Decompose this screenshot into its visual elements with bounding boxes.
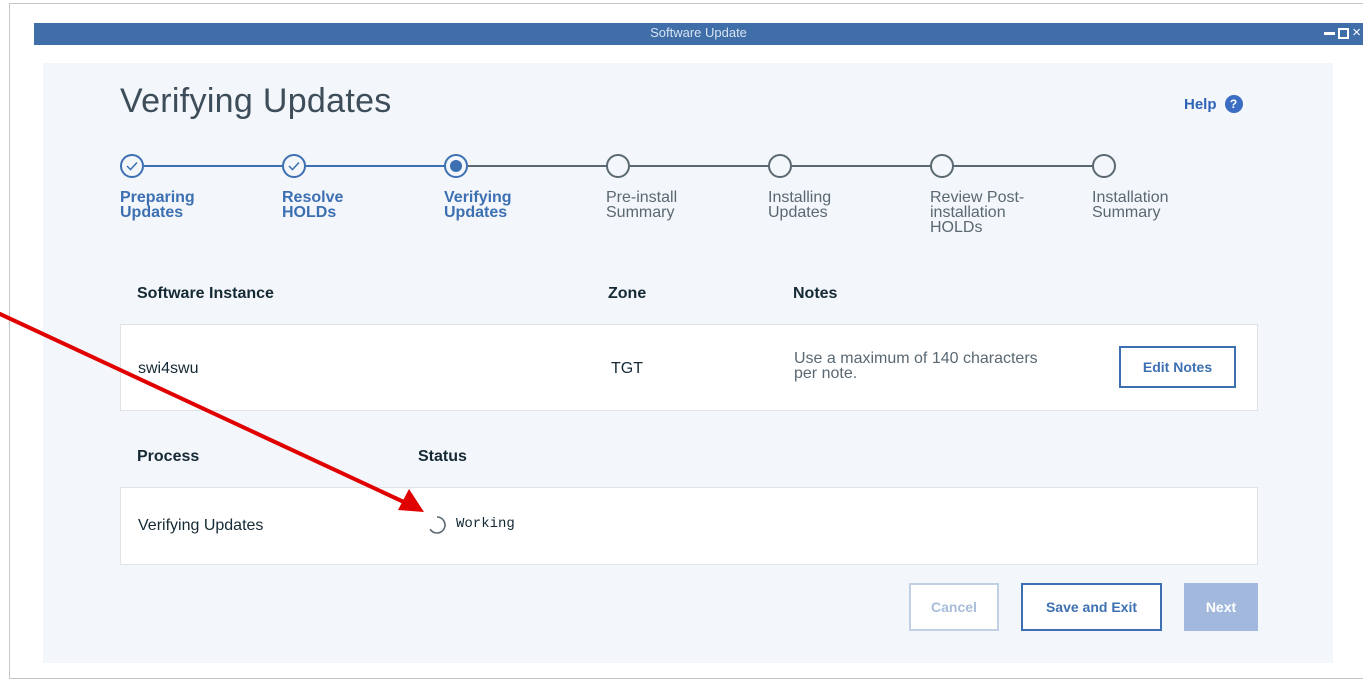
pending-step-icon <box>930 154 954 178</box>
pending-step-icon <box>606 154 630 178</box>
edit-notes-button[interactable]: Edit Notes <box>1119 346 1236 388</box>
step-connector <box>630 165 774 167</box>
step-connector <box>144 165 288 167</box>
process-name: Verifying Updates <box>138 517 264 534</box>
maximize-icon[interactable] <box>1338 27 1350 39</box>
checkmark-icon <box>282 154 306 178</box>
minimize-icon[interactable] <box>1324 32 1336 35</box>
step-label: Installation <box>1092 189 1169 206</box>
step-connector <box>954 165 1098 167</box>
step-label: HOLDs <box>930 219 983 236</box>
step-label: Updates <box>120 204 184 221</box>
header-software-instance: Software Instance <box>137 285 274 302</box>
step-connector <box>792 165 936 167</box>
spinner-icon <box>429 516 446 534</box>
step-label: Resolve <box>282 189 344 206</box>
table-row: Verifying Updates <box>120 487 1258 565</box>
step-connector <box>306 165 450 167</box>
next-button[interactable]: Next <box>1184 583 1258 631</box>
step-label: Pre-install <box>606 189 678 206</box>
save-and-exit-button[interactable]: Save and Exit <box>1021 583 1162 631</box>
step-label: Updates <box>768 204 828 221</box>
step-label: Installing <box>768 189 832 206</box>
status-working: Working <box>456 516 515 532</box>
software-instance-name: swi4swu <box>138 360 199 377</box>
table-row: swi4swu TGT Use a maximum of 140 charact… <box>120 324 1258 411</box>
zone-value: TGT <box>611 360 643 377</box>
step-label: Updates <box>444 204 508 221</box>
step-connector <box>468 165 612 167</box>
step-label: Review Post- <box>930 189 1025 206</box>
pending-step-icon <box>1092 154 1116 178</box>
checkmark-icon <box>120 154 144 178</box>
step-label: Verifying <box>444 189 512 206</box>
header-process: Process <box>137 448 200 465</box>
help-icon: ? <box>1224 95 1243 113</box>
step-label: Preparing <box>120 189 195 206</box>
step-label: Summary <box>1092 204 1161 221</box>
step-label: Summary <box>606 204 675 221</box>
header-status: Status <box>418 448 467 465</box>
pending-step-icon <box>768 154 792 178</box>
step-label: HOLDs <box>282 204 337 221</box>
help-link[interactable]: Help ? <box>1184 95 1243 113</box>
step-label: installation <box>930 204 1006 221</box>
window-controls: × <box>1324 24 1361 42</box>
header-zone: Zone <box>608 285 647 302</box>
help-label: Help <box>1184 95 1217 113</box>
header-notes: Notes <box>793 285 838 302</box>
window-title: Software Update <box>650 25 747 40</box>
page-title: Verifying Updates <box>120 82 392 120</box>
title-bar: Software Update × <box>34 23 1363 45</box>
cancel-button[interactable]: Cancel <box>909 583 999 631</box>
current-step-icon <box>444 154 468 178</box>
notes-text: Use a maximum of 140 characters per note… <box>794 350 1038 382</box>
close-icon[interactable]: × <box>1352 24 1361 42</box>
progress-stepper: Preparing Updates Resolve HOLDs Verifyin… <box>120 152 1240 262</box>
